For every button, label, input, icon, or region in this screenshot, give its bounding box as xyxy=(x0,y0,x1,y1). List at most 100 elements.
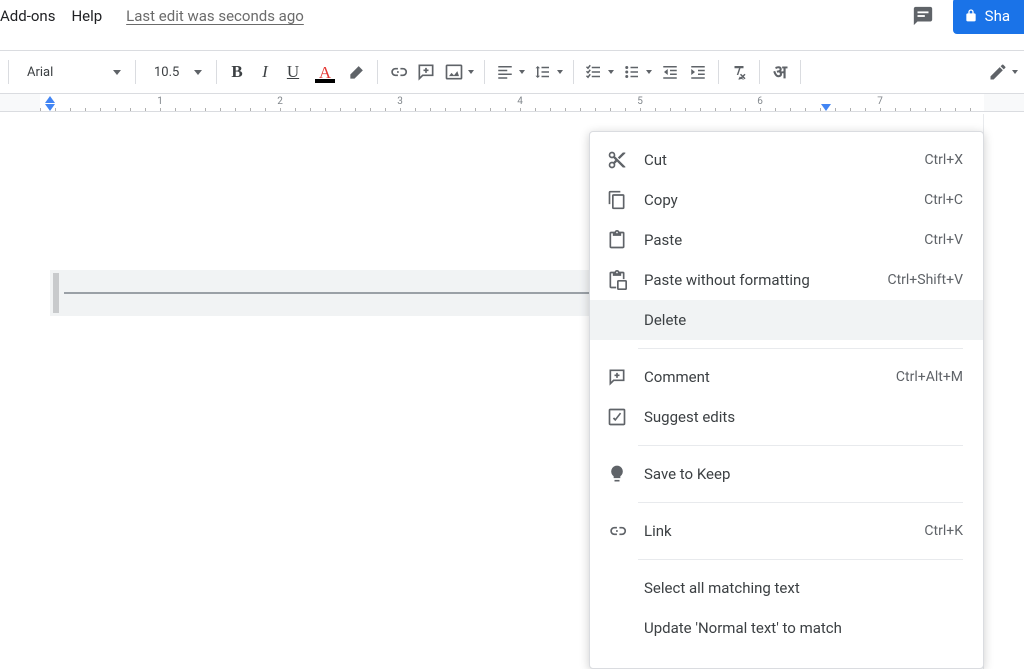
keep-icon xyxy=(606,463,628,485)
chevron-down-icon xyxy=(468,70,474,74)
ruler-number: 5 xyxy=(637,96,643,107)
context-menu-separator xyxy=(638,348,963,349)
underline-button[interactable]: U xyxy=(281,58,305,86)
ctx-label: Link xyxy=(644,522,924,540)
ctx-suggest[interactable]: Suggest edits xyxy=(590,397,983,437)
paste-plain-icon xyxy=(606,269,628,291)
underline-icon: U xyxy=(287,62,299,82)
right-indent-marker[interactable] xyxy=(821,104,831,111)
increase-indent-button[interactable] xyxy=(686,58,710,86)
editing-mode-button[interactable] xyxy=(986,58,1010,86)
ruler-number: 4 xyxy=(517,96,523,107)
comment-add-icon xyxy=(416,62,436,82)
clear-formatting-button[interactable] xyxy=(727,58,751,86)
input-tools-button[interactable]: अ xyxy=(768,58,792,86)
chevron-down-icon xyxy=(557,70,563,74)
highlighter-icon xyxy=(347,62,367,82)
image-icon xyxy=(444,62,464,82)
ruler-number: 2 xyxy=(277,96,283,107)
menubar: Add-ons Help Last edit was seconds ago xyxy=(0,0,1024,32)
ctx-label: Suggest edits xyxy=(644,408,963,426)
menu-addons[interactable]: Add-ons xyxy=(0,3,63,29)
font-size-value: 10.5 xyxy=(154,65,179,80)
menu-help[interactable]: Help xyxy=(63,3,110,29)
ctx-link[interactable]: LinkCtrl+K xyxy=(590,511,983,551)
ctx-label: Paste xyxy=(644,231,924,249)
comment-add-icon xyxy=(606,366,628,388)
chevron-down-icon xyxy=(519,70,525,74)
bold-button[interactable]: B xyxy=(225,58,249,86)
last-edit-link[interactable]: Last edit was seconds ago xyxy=(126,7,304,25)
context-menu: CutCtrl+XCopyCtrl+CPasteCtrl+VPaste with… xyxy=(589,131,984,669)
context-menu-separator xyxy=(638,559,963,560)
ctx-sel-match[interactable]: Select all matching text xyxy=(590,568,983,608)
line-spacing-button[interactable] xyxy=(531,58,555,86)
share-button-label: Sha xyxy=(985,7,1010,25)
ruler-number: 6 xyxy=(757,96,763,107)
link-icon xyxy=(388,62,408,82)
ctx-label: Paste without formatting xyxy=(644,271,887,289)
share-button[interactable]: Sha xyxy=(953,0,1024,34)
chevron-down-icon xyxy=(646,70,652,74)
ctx-shortcut: Ctrl+C xyxy=(924,192,963,208)
ctx-save-keep[interactable]: Save to Keep xyxy=(590,454,983,494)
checklist-icon xyxy=(585,63,603,81)
suggest-icon xyxy=(606,406,628,428)
font-size-dropdown[interactable]: 10.5 xyxy=(144,58,208,86)
font-dropdown-value: Arial xyxy=(27,65,53,80)
ctx-label: Select all matching text xyxy=(644,579,963,597)
ctx-shortcut: Ctrl+Shift+V xyxy=(887,272,963,288)
context-menu-separator xyxy=(638,502,963,503)
ctx-shortcut: Ctrl+Alt+M xyxy=(896,369,963,385)
increase-indent-icon xyxy=(689,63,707,81)
bold-icon: B xyxy=(231,62,242,82)
ctx-cut[interactable]: CutCtrl+X xyxy=(590,140,983,180)
font-dropdown[interactable]: Arial xyxy=(17,58,127,86)
insert-link-button[interactable] xyxy=(386,58,410,86)
ctx-copy[interactable]: CopyCtrl+C xyxy=(590,180,983,220)
decrease-indent-button[interactable] xyxy=(658,58,682,86)
lock-icon xyxy=(963,8,979,24)
italic-icon: I xyxy=(262,62,268,82)
italic-button[interactable]: I xyxy=(253,58,277,86)
ctx-paste-no-fmt[interactable]: Paste without formattingCtrl+Shift+V xyxy=(590,260,983,300)
link-icon xyxy=(606,520,628,542)
ruler-number: 3 xyxy=(397,96,403,107)
line-spacing-icon xyxy=(534,63,552,81)
ctx-label: Copy xyxy=(644,191,924,209)
ctx-label: Comment xyxy=(644,368,896,386)
comment-icon xyxy=(912,5,934,27)
pencil-icon xyxy=(988,62,1008,82)
checklist-button[interactable] xyxy=(582,58,606,86)
ruler[interactable]: 1 2 3 4 5 6 7 xyxy=(0,94,1024,112)
copy-icon xyxy=(606,189,628,211)
insert-image-button[interactable] xyxy=(442,58,466,86)
context-menu-separator xyxy=(638,445,963,446)
highlight-color-button[interactable] xyxy=(345,58,369,86)
chevron-down-icon xyxy=(1012,70,1018,74)
ctx-label: Delete xyxy=(644,311,963,329)
ruler-number: 1 xyxy=(157,96,163,107)
text-color-button[interactable]: A xyxy=(309,58,341,86)
ctx-shortcut: Ctrl+V xyxy=(924,232,963,248)
ctx-update-normal[interactable]: Update 'Normal text' to match xyxy=(590,608,983,648)
first-line-indent-marker[interactable] xyxy=(45,96,55,103)
cut-icon xyxy=(606,149,628,171)
ctx-shortcut: Ctrl+X xyxy=(924,152,963,168)
open-comment-history-button[interactable] xyxy=(907,0,939,32)
ctx-label: Save to Keep xyxy=(644,465,963,483)
add-comment-button[interactable] xyxy=(414,58,438,86)
bulleted-list-button[interactable] xyxy=(620,58,644,86)
align-left-icon xyxy=(496,63,514,81)
align-button[interactable] xyxy=(493,58,517,86)
decrease-indent-icon xyxy=(661,63,679,81)
chevron-down-icon xyxy=(608,70,614,74)
left-indent-marker[interactable] xyxy=(45,104,55,111)
ctx-shortcut: Ctrl+K xyxy=(924,523,963,539)
chevron-down-icon xyxy=(113,70,121,75)
ctx-comment[interactable]: CommentCtrl+Alt+M xyxy=(590,357,983,397)
ruler-number: 7 xyxy=(877,96,883,107)
ctx-paste[interactable]: PasteCtrl+V xyxy=(590,220,983,260)
ctx-delete[interactable]: Delete xyxy=(590,300,983,340)
toolbar: Arial 10.5 B I U A xyxy=(0,50,1024,94)
